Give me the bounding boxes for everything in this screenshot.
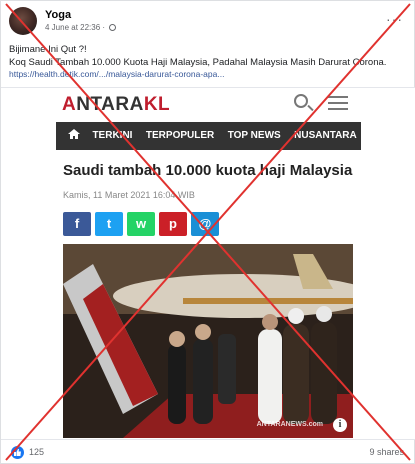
pinterest-share-icon: p — [159, 212, 187, 236]
twitter-share-icon: t — [95, 212, 123, 236]
article-date: Kamis, 11 Maret 2021 16:04 WIB — [63, 190, 195, 200]
nav-item: TERKINI — [92, 130, 133, 141]
author-name[interactable]: Yoga — [45, 9, 71, 21]
article-title: Saudi tambah 10.000 kuota haji Malaysia — [63, 162, 353, 179]
antaranews-watermark: ANTARANEWS.com — [256, 421, 323, 428]
info-icon: i — [333, 418, 347, 432]
timestamp-text: 4 June at 22:36 · — [45, 23, 108, 32]
article-photo: ANTARANEWS.com i — [63, 244, 353, 438]
caption-line-1: Bijimane Ini Qut ?! — [9, 44, 87, 55]
embedded-screenshot[interactable]: ANTARAKL TERKINI TERPOPULER TOP NEWS NUS… — [1, 87, 415, 439]
facebook-post: Yoga 4 June at 22:36 · ··· Bijimane Ini … — [0, 0, 415, 464]
nav-item: TERPOPULER — [145, 130, 215, 141]
home-icon — [68, 129, 80, 139]
airplane-arrival-photo — [63, 244, 353, 438]
more-dots-icon[interactable]: ··· — [386, 11, 403, 27]
search-icon — [294, 94, 308, 108]
like-reaction-icon[interactable] — [11, 446, 24, 459]
antara-logo: ANTARAKL — [62, 94, 171, 115]
antara-nav: TERKINI TERPOPULER TOP NEWS NUSANTARA NA — [56, 122, 361, 150]
whatsapp-share-icon: w — [127, 212, 155, 236]
post-timestamp[interactable]: 4 June at 22:36 · — [45, 23, 117, 32]
post-header: Yoga 4 June at 22:36 · ··· — [9, 7, 409, 37]
post-footer: 125 9 shares — [1, 439, 415, 464]
menu-icon — [328, 96, 348, 110]
reaction-count[interactable]: 125 — [29, 447, 44, 457]
post-link[interactable]: https://health.detik.com/.../malaysia-da… — [9, 69, 224, 79]
antara-header: ANTARAKL — [56, 88, 361, 122]
share-count[interactable]: 9 shares — [369, 447, 404, 457]
email-share-icon: @ — [191, 212, 219, 236]
nav-item: TOP NEWS — [227, 130, 281, 141]
globe-icon — [109, 24, 117, 31]
facebook-share-icon: f — [63, 212, 91, 236]
post-caption: Bijimane Ini Qut ?! Koq Saudi Tambah 10.… — [9, 43, 409, 69]
caption-line-2: Koq Saudi Tambah 10.000 Kuota Haji Malay… — [9, 57, 387, 68]
nav-item: NUSANTARA — [294, 130, 357, 141]
avatar[interactable] — [9, 7, 37, 35]
